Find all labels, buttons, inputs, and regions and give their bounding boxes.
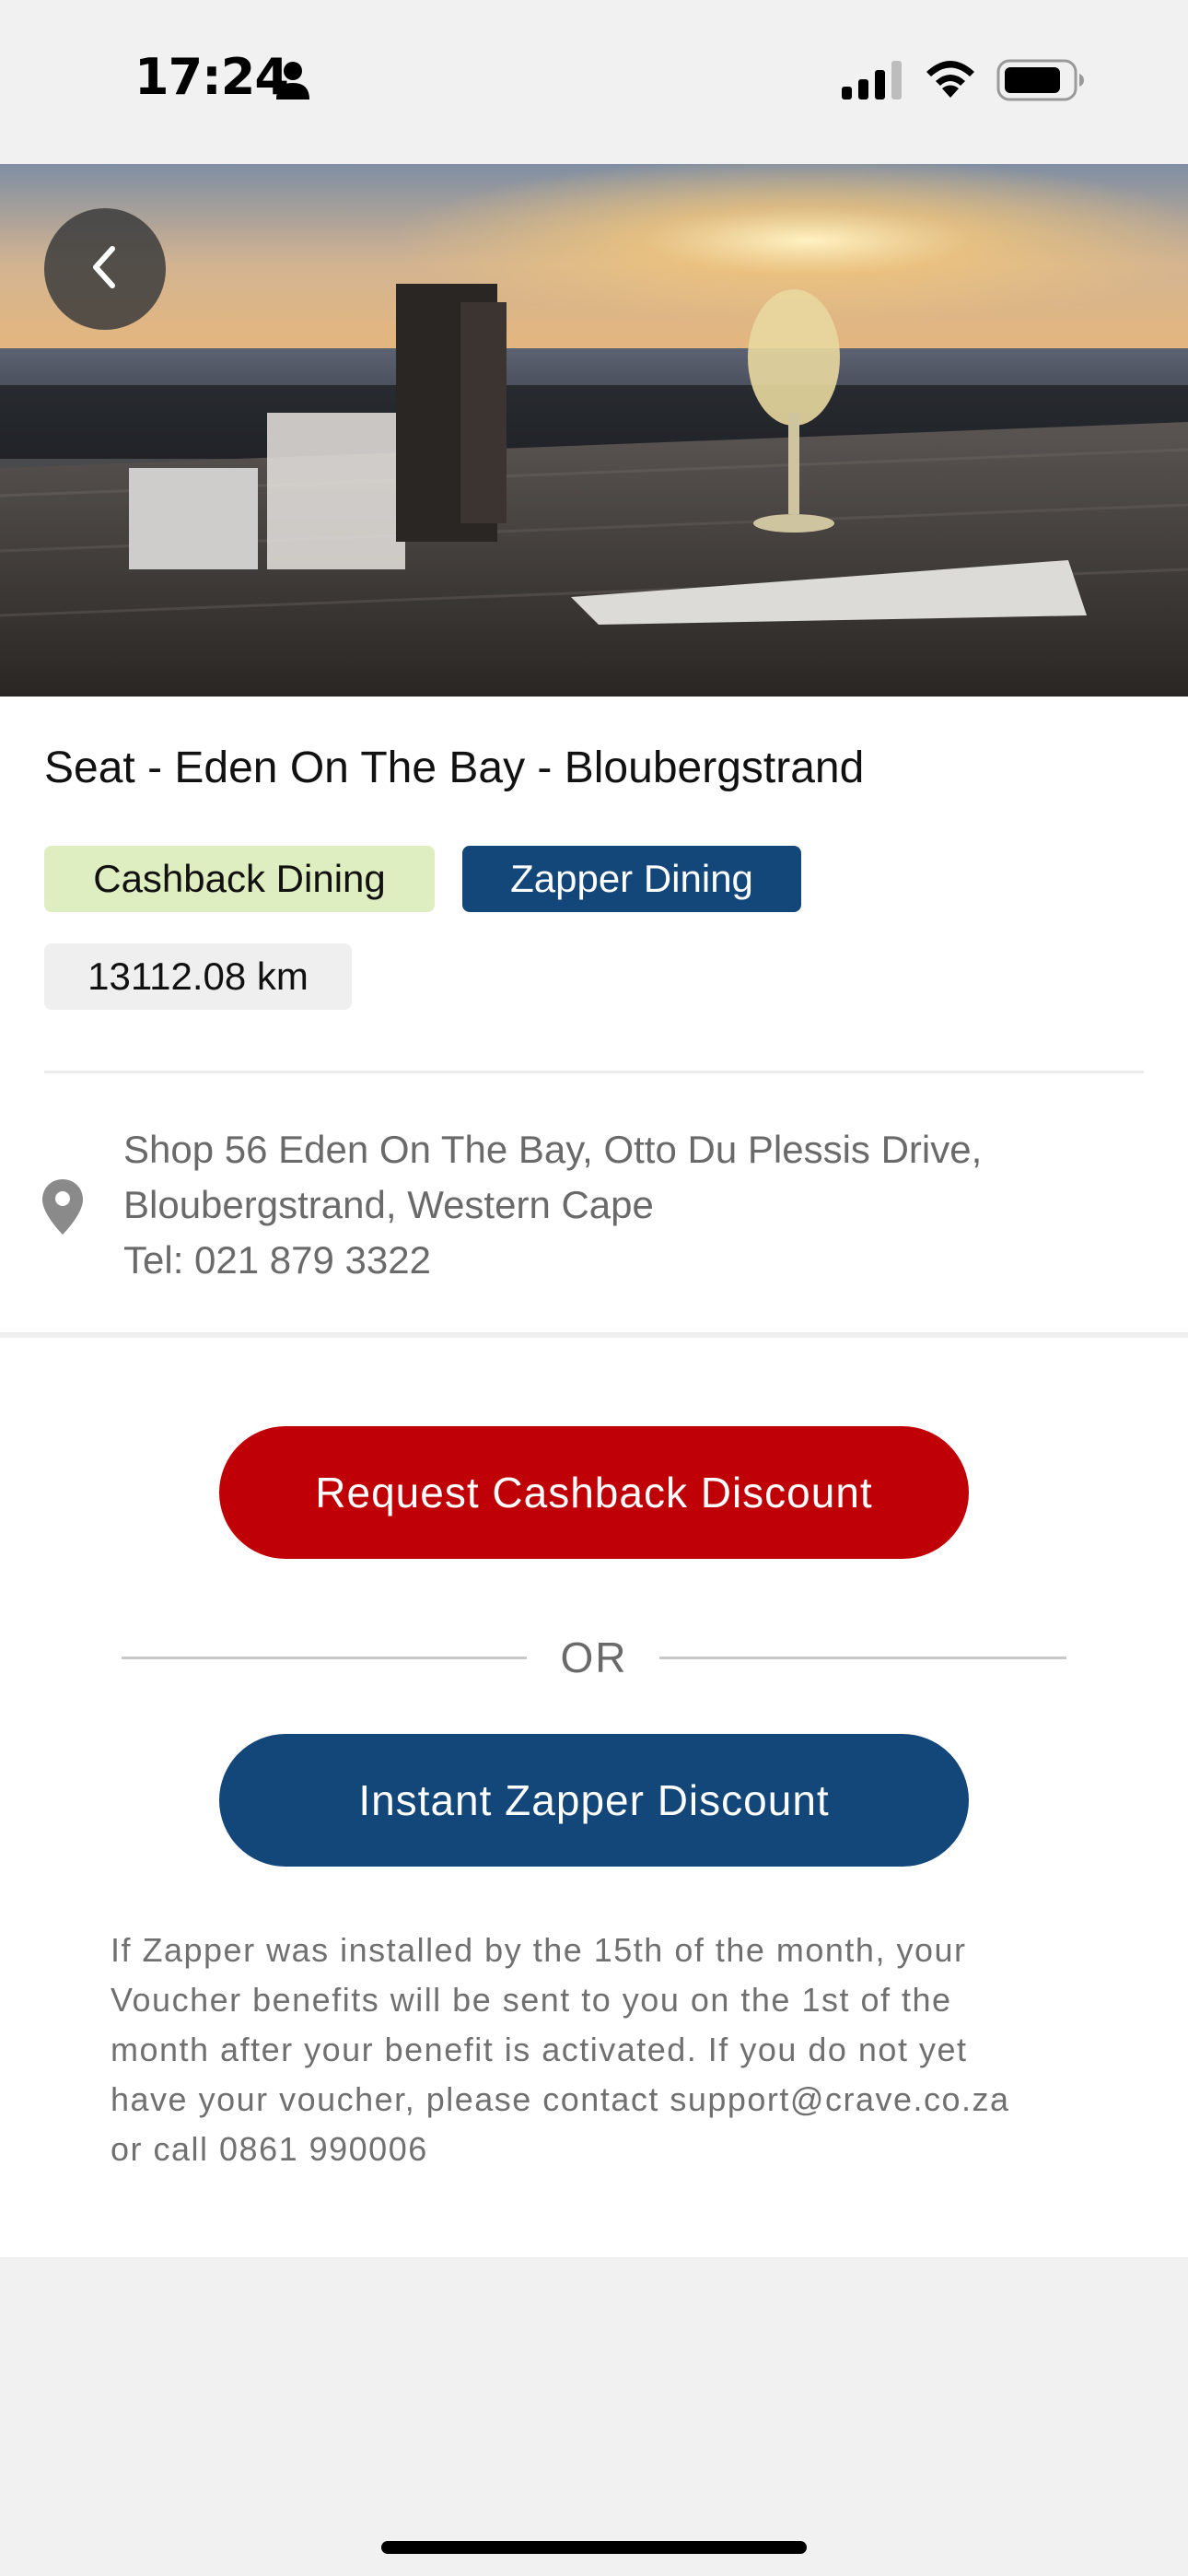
notice-line: If Zapper was installed by the 15th of t…	[111, 1931, 967, 1969]
chevron-left-icon	[87, 243, 123, 296]
instant-zapper-discount-button[interactable]: Instant Zapper Discount	[219, 1734, 969, 1867]
voucher-notice: If Zapper was installed by the 15th of t…	[111, 1926, 1087, 2174]
request-cashback-discount-button[interactable]: Request Cashback Discount	[219, 1426, 969, 1559]
notice-line: have your voucher, please contact suppor…	[111, 2080, 1010, 2118]
tag-zapper-dining: Zapper Dining	[462, 846, 801, 912]
venue-details-card: Seat - Eden On The Bay - Bloubergstrand …	[0, 697, 1188, 2257]
divider	[122, 1657, 527, 1659]
divider	[44, 1071, 1144, 1073]
hero-image	[0, 164, 1188, 697]
venue-address: Shop 56 Eden On The Bay, Otto Du Plessis…	[123, 1122, 1155, 1288]
back-button[interactable]	[44, 208, 166, 330]
person-icon	[274, 61, 311, 106]
address-line: Shop 56 Eden On The Bay, Otto Du Plessis…	[123, 1128, 983, 1171]
distance-badge: 13112.08 km	[44, 943, 352, 1010]
home-indicator[interactable]	[381, 2541, 807, 2554]
divider	[659, 1657, 1066, 1659]
or-separator: OR	[122, 1625, 1066, 1690]
signal-icon	[842, 61, 903, 104]
section-separator	[0, 1332, 1188, 1338]
location-pin-icon	[41, 1177, 85, 1241]
battery-icon	[996, 59, 1085, 106]
wifi-icon	[923, 57, 978, 104]
notice-line: month after your benefit is activated. I…	[111, 2031, 968, 2068]
address-line: Bloubergstrand, Western Cape	[123, 1183, 654, 1226]
phone-number[interactable]: Tel: 021 879 3322	[123, 1233, 1155, 1288]
status-bar: 17:24	[0, 0, 1188, 164]
notice-line: Voucher benefits will be sent to you on …	[111, 1981, 952, 2019]
notice-line: or call 0861 990006	[111, 2130, 428, 2168]
or-label: OR	[560, 1633, 628, 1681]
tag-cashback-dining: Cashback Dining	[44, 846, 435, 912]
venue-title: Seat - Eden On The Bay - Bloubergstrand	[44, 744, 865, 792]
status-time: 17:24	[134, 48, 289, 106]
